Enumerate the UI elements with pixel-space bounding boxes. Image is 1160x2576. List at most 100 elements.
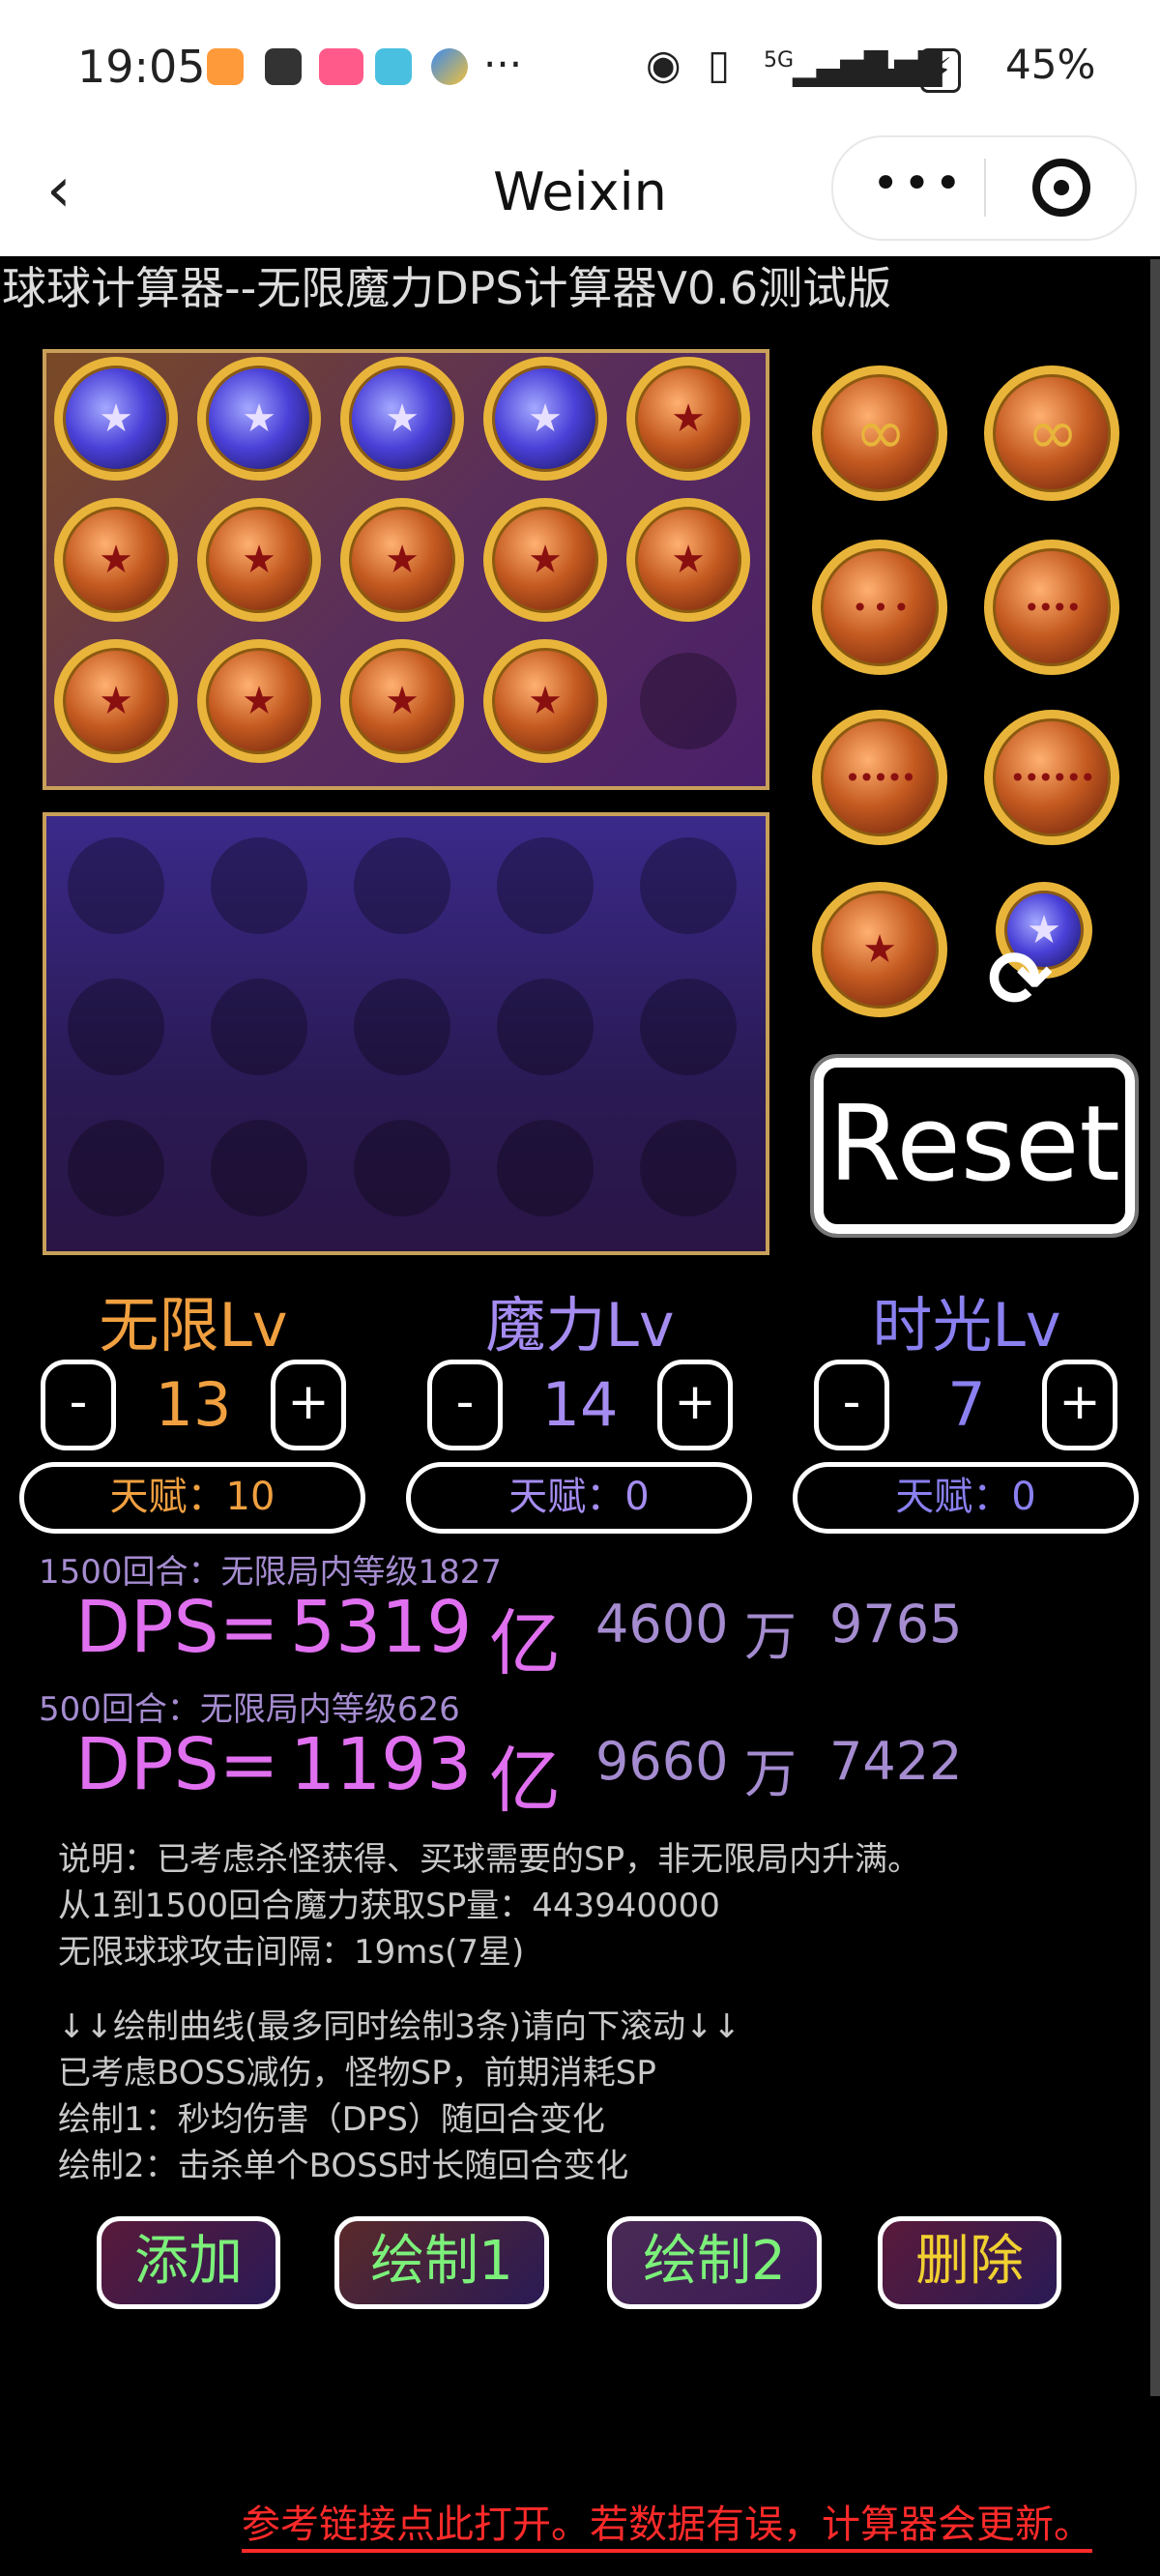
- reference-link[interactable]: 参考链接点此打开。若数据有误，计算器会更新。: [242, 2493, 1092, 2553]
- magic-level-title: 魔力Lv: [485, 1290, 675, 1361]
- magic-talent-field[interactable]: 天赋：0: [406, 1462, 752, 1534]
- note-line: ↓↓绘制曲线(最多同时绘制3条)请向下滚动↓↓: [58, 2007, 741, 2046]
- time-level-value: 7: [947, 1369, 986, 1440]
- book-icon: [375, 48, 412, 85]
- time-level-title: 时光Lv: [872, 1290, 1061, 1361]
- magic-ball[interactable]: ★: [197, 357, 321, 481]
- magic-ball[interactable]: ★: [340, 357, 464, 481]
- result-1500-wan: 4600: [595, 1594, 729, 1654]
- note-line: 从1到1500回合魔力获取SP量：443940000: [58, 1887, 720, 1925]
- pinwheel-icon: [431, 48, 468, 85]
- palette-infinite-plain-ball[interactable]: ∞: [812, 366, 947, 501]
- refresh-icon[interactable]: ⟳: [988, 934, 1053, 1024]
- star-icon: ★: [671, 538, 706, 582]
- reset-button[interactable]: Reset: [810, 1054, 1139, 1238]
- time-plus-button[interactable]: +: [1042, 1360, 1117, 1450]
- result-500-wan-unit: 万: [744, 1743, 797, 1804]
- palette-infinite-dots6-ball[interactable]: ••••••: [984, 710, 1119, 845]
- palette-infinite-dots3-ball[interactable]: • • •: [812, 540, 947, 675]
- infinite-minus-button[interactable]: -: [41, 1360, 116, 1450]
- empty-ball-slot[interactable]: [354, 837, 450, 934]
- magic-ball[interactable]: ★: [483, 357, 607, 481]
- note-line: 绘制1：秒均伤害（DPS）随回合变化: [58, 2100, 605, 2139]
- star-icon: ★: [242, 679, 276, 723]
- more-notifications-icon: ···: [483, 41, 523, 88]
- empty-ball-slot[interactable]: [640, 979, 737, 1075]
- infinite-ball[interactable]: ★: [197, 498, 321, 622]
- time-minus-button[interactable]: -: [814, 1360, 889, 1450]
- tasks-icon: [207, 48, 244, 85]
- result-1500-rest: 9765: [829, 1594, 963, 1654]
- empty-ball-slot[interactable]: [640, 653, 737, 749]
- page-title: 球球计算器--无限魔力DPS计算器V0.6测试版: [2, 262, 892, 314]
- battery-level: 45%: [1005, 41, 1096, 88]
- note-line: 已考虑BOSS减伤，怪物SP，前期消耗SP: [58, 2054, 656, 2093]
- result-500-rest: 7422: [829, 1731, 963, 1792]
- infinite-talent-field[interactable]: 天赋：10: [19, 1462, 365, 1534]
- close-mini-program-icon[interactable]: [1032, 159, 1090, 217]
- bilibili-icon: [319, 48, 363, 85]
- palette-infinite-dots5-ball[interactable]: •••••: [812, 710, 947, 845]
- infinite-ball[interactable]: ★: [197, 639, 321, 763]
- empty-ball-slot[interactable]: [354, 979, 450, 1075]
- infinite-ball[interactable]: ★: [626, 498, 750, 622]
- result-500-dps-prefix: DPS=: [75, 1723, 279, 1806]
- time-talent-field[interactable]: 天赋：0: [793, 1462, 1139, 1534]
- empty-ball-slot[interactable]: [68, 979, 164, 1075]
- dots-icon: ••••: [1023, 591, 1082, 624]
- more-options-icon[interactable]: •••: [872, 157, 966, 211]
- infinite-ball[interactable]: ★: [483, 498, 607, 622]
- result-1500-yi: 5319: [290, 1586, 473, 1669]
- empty-ball-slot[interactable]: [68, 1120, 164, 1216]
- infinite-level-title: 无限Lv: [99, 1290, 288, 1361]
- delete-button[interactable]: 删除: [878, 2216, 1061, 2309]
- empty-ball-slot[interactable]: [640, 1120, 737, 1216]
- infinite-ball[interactable]: ★: [340, 639, 464, 763]
- draw2-button[interactable]: 绘制2: [607, 2216, 822, 2309]
- note-line: 无限球球攻击间隔：19ms(7星): [58, 1933, 525, 1972]
- add-button[interactable]: 添加: [97, 2216, 280, 2309]
- palette-infinite-star-ball[interactable]: ★: [812, 882, 947, 1017]
- star-icon: ★: [99, 396, 133, 441]
- infinite-ball[interactable]: ★: [54, 498, 178, 622]
- magic-ball[interactable]: ★: [54, 357, 178, 481]
- empty-ball-slot[interactable]: [211, 1120, 307, 1216]
- infinite-ball[interactable]: ★: [483, 639, 607, 763]
- empty-ball-slot[interactable]: [211, 837, 307, 934]
- infinite-plus-button[interactable]: +: [271, 1360, 346, 1450]
- star-icon: ★: [528, 538, 563, 582]
- magic-minus-button[interactable]: -: [427, 1360, 503, 1450]
- empty-ball-slot[interactable]: [354, 1120, 450, 1216]
- empty-ball-slot[interactable]: [68, 837, 164, 934]
- star-icon: ★: [385, 679, 420, 723]
- empty-ball-slot[interactable]: [497, 837, 594, 934]
- magic-plus-button[interactable]: +: [657, 1360, 733, 1450]
- infinite-ball[interactable]: ★: [626, 357, 750, 481]
- active-ball-board[interactable]: ★ ★ ★ ★ ★ ★ ★ ★ ★ ★ ★ ★ ★ ★: [43, 349, 769, 790]
- result-500-yi: 1193: [290, 1723, 473, 1806]
- empty-ball-board[interactable]: [43, 812, 769, 1255]
- star-icon: ★: [242, 396, 276, 441]
- dots-icon: ∞: [855, 397, 906, 469]
- infinite-level-value: 13: [155, 1369, 232, 1440]
- dots-icon: • • •: [852, 591, 909, 624]
- battery-icon: ⚡: [920, 48, 961, 93]
- star-icon: ★: [862, 927, 897, 972]
- draw1-button[interactable]: 绘制1: [334, 2216, 549, 2309]
- infinite-ball[interactable]: ★: [54, 639, 178, 763]
- empty-ball-slot[interactable]: [211, 979, 307, 1075]
- palette-infinite-plain-ball[interactable]: ∞: [984, 366, 1119, 501]
- empty-ball-slot[interactable]: [640, 837, 737, 934]
- magic-level-value: 14: [541, 1369, 619, 1440]
- star-icon: ★: [242, 538, 276, 582]
- result-500-yi-unit: 亿: [489, 1740, 561, 1823]
- result-1500-wan-unit: 万: [744, 1606, 797, 1667]
- scrollbar[interactable]: [1150, 259, 1160, 2396]
- empty-ball-slot[interactable]: [497, 979, 594, 1075]
- result-1500-yi-unit: 亿: [489, 1602, 561, 1685]
- status-bar: 19:05 ··· ◉ ▯ 5G ▂▄▆█ ▂▄▆█ ⚡ 45%: [0, 0, 1160, 140]
- infinite-ball[interactable]: ★: [340, 498, 464, 622]
- palette-infinite-dots4-ball[interactable]: ••••: [984, 540, 1119, 675]
- star-icon: ★: [671, 396, 706, 441]
- empty-ball-slot[interactable]: [497, 1120, 594, 1216]
